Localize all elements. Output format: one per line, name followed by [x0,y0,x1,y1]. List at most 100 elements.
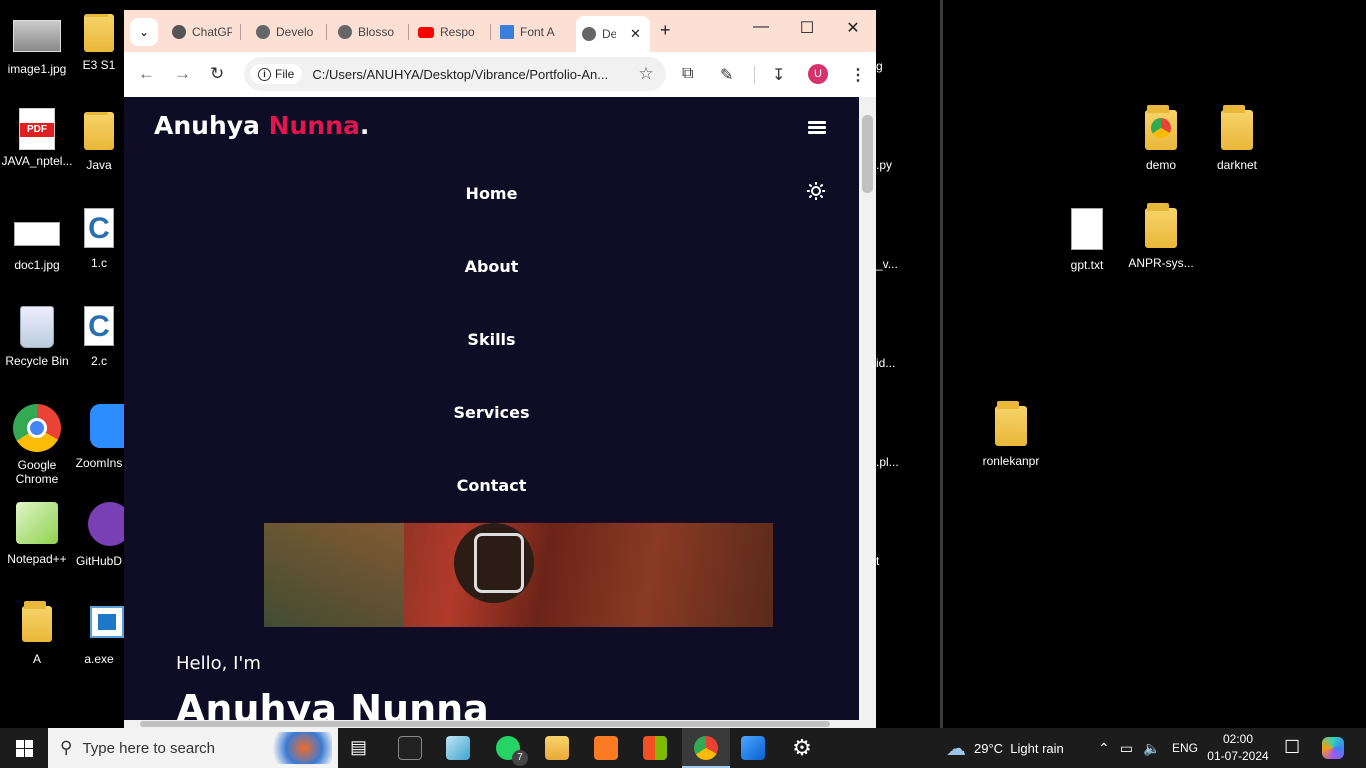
tab-label: Font A [520,25,555,39]
nav-services[interactable]: Services [124,403,859,422]
battery-icon[interactable]: ▭ [1120,740,1133,757]
bookmark-star-icon[interactable]: ☆ [638,64,653,84]
scrollbar-thumb[interactable] [140,721,830,727]
desktop-icon-zoom[interactable]: ZoomIns [74,404,124,470]
back-button[interactable]: ← [138,64,155,84]
nav-home[interactable]: Home [124,184,859,203]
image-file-icon [14,222,60,246]
desktop-icon-java[interactable]: Java [74,112,124,172]
chevron-up-icon[interactable]: ⌃ [1098,740,1110,757]
folder-icon [22,601,52,642]
nav-skills[interactable]: Skills [124,330,859,349]
chrome-icon [694,736,718,760]
scrollbar-thumb[interactable] [862,115,873,193]
weather-widget[interactable]: ☁ 29°C Light rain [946,728,1064,768]
desktop-icon-e3s1[interactable]: E3 S1 [74,14,124,72]
hidden-desktop-label: t [876,554,880,568]
desktop-icon-gpt-txt[interactable]: gpt.txt [1050,208,1124,272]
terminal-icon[interactable] [398,736,422,760]
settings-gear-icon[interactable]: ⚙ [790,736,814,760]
browser-window: ⌄ ChatGPT Develo Blosso Respo Font A De … [124,10,876,728]
clock-time: 02:00 [1222,732,1254,746]
tab-groups-icon[interactable]: ⧉ [682,65,693,83]
taskbar: ⚲ Type here to search ▤ 7 ⚙ ☁ 29°C Light… [0,728,1366,768]
desktop-icon-image1[interactable]: image1.jpg [0,14,74,76]
weather-text: 29°C Light rain [974,740,1064,756]
desktop-icon-ronlekanpr[interactable]: ronlekanpr [974,401,1048,468]
desktop-icon-github-desktop[interactable]: GitHubD [74,502,124,568]
site-logo[interactable]: Anuhya Nunna. [154,111,369,140]
windows-start-icon[interactable] [16,740,33,757]
horizontal-scrollbar[interactable] [124,720,876,728]
tab-blosso[interactable]: Blosso [332,18,404,46]
volume-icon[interactable]: 🔈 [1143,740,1160,757]
hidden-desktop-label: _v... [876,257,898,271]
desktop-icon-label: 1.c [90,256,107,270]
nav-about[interactable]: About [124,257,859,276]
desktop-icon-darknet[interactable]: darknet [1200,105,1274,172]
desktop-icon-a-folder[interactable]: A [0,601,74,666]
close-tab-icon[interactable]: ✕ [630,26,641,42]
whatsapp-icon[interactable]: 7 [496,736,528,766]
photos-icon[interactable] [741,736,765,760]
desktop-icon-label: ANPR-sys... [1128,256,1194,270]
desktop-icon-label: image1.jpg [7,62,67,76]
desktop-icon-google-chrome[interactable]: Google Chrome [0,404,74,486]
microsoft-store-icon[interactable] [643,736,667,760]
folder-icon [995,401,1027,446]
notepad-icon[interactable] [446,736,470,760]
notification-center-icon[interactable]: ☐ [1284,737,1300,758]
extensions-icon[interactable]: ✎ [720,65,733,85]
download-icon[interactable]: ↧ [772,65,785,85]
tab-chatgpt[interactable]: ChatGPT [166,18,236,46]
nav-contact[interactable]: Contact [124,476,859,495]
desktop-icon-anpr[interactable]: ANPR-sys... [1124,203,1198,270]
desktop-icon-doc1[interactable]: doc1.jpg [0,222,74,272]
tab-label: ChatGPT [192,25,232,39]
desktop-icon-1c[interactable]: C 1.c [74,208,124,270]
chrome-taskbar-active[interactable] [682,728,730,768]
close-window-button[interactable]: ✕ [830,18,876,38]
desktop-icon-label: gpt.txt [1070,258,1104,272]
tab-separator [326,24,327,40]
task-view-icon[interactable]: ▤ [350,737,367,758]
taskbar-search[interactable]: ⚲ Type here to search [48,728,338,768]
clock[interactable]: 02:00 01-07-2024 [1204,731,1272,765]
desktop-icon-label: demo [1145,158,1177,172]
language-indicator[interactable]: ENG [1172,728,1198,768]
notification-badge: 7 [512,750,528,766]
reload-button[interactable]: ↻ [210,64,224,84]
tab-respo[interactable]: Respo [412,18,484,46]
site-info-chip[interactable]: i File [250,64,303,84]
desktop-icon-a-exe[interactable]: a.exe [74,606,124,666]
c-file-icon: C [84,208,114,248]
hamburger-menu-icon[interactable] [808,121,826,135]
xampp-icon[interactable] [594,736,618,760]
desktop-icon-label: doc1.jpg [14,258,60,272]
address-bar[interactable]: i File C:/Users/ANUHYA/Desktop/Vibrance/… [244,57,666,91]
copilot-icon[interactable] [1322,737,1344,759]
hidden-desktop-label: id... [876,356,896,370]
search-highlight-icon [262,732,332,764]
menu-kebab-icon[interactable]: ⋮ [850,65,866,85]
tab-develo[interactable]: Develo [250,18,322,46]
profile-avatar[interactable]: U [808,64,828,84]
tab-active[interactable]: De ✕ [576,16,650,52]
vertical-scrollbar[interactable] [859,97,876,720]
desktop-icon-2c[interactable]: C 2.c [74,306,124,368]
desktop-icon-notepadpp[interactable]: Notepad++ [0,502,74,566]
forward-button[interactable]: → [174,64,191,84]
desktop-icon-java-nptel[interactable]: PDF JAVA_nptel... [0,108,74,168]
tab-font-a[interactable]: Font A [494,18,566,46]
minimize-button[interactable]: — [738,18,784,36]
maximize-button[interactable]: ☐ [784,18,830,38]
system-tray-icons[interactable]: ⌃ ▭ 🔈 [1098,728,1160,768]
file-explorer-icon[interactable] [545,736,569,760]
exe-file-icon [90,606,124,638]
folder-icon [84,14,114,52]
tab-search-button[interactable]: ⌄ [130,18,158,46]
search-icon: ⚲ [60,738,73,757]
new-tab-button[interactable]: + [660,20,671,41]
desktop-icon-demo[interactable]: demo [1124,105,1198,172]
desktop-icon-recycle-bin[interactable]: Recycle Bin [0,306,74,368]
